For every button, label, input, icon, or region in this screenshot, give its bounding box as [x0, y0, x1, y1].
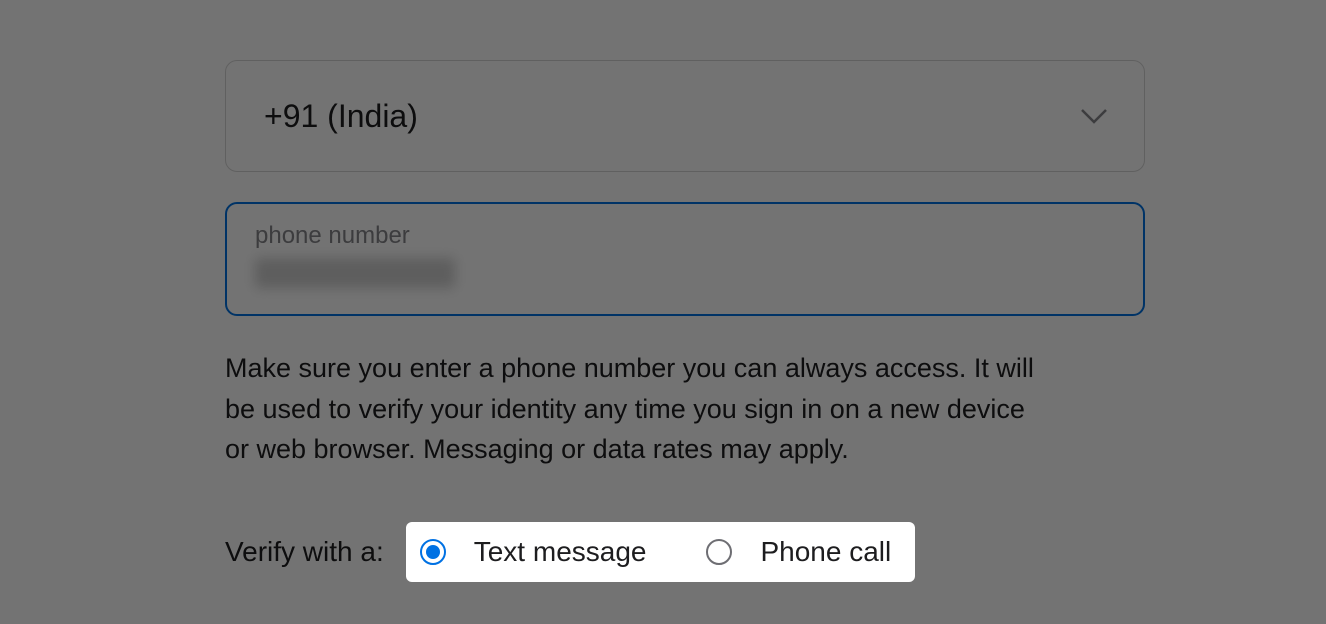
verify-row: Verify with a: Text message Phone call [225, 522, 1145, 582]
radio-phone-call[interactable]: Phone call [706, 536, 891, 568]
chevron-down-icon [1080, 108, 1108, 124]
radio-text-message[interactable]: Text message [420, 536, 647, 568]
radio-unselected-icon [706, 539, 732, 565]
country-code-value: +91 (India) [264, 98, 418, 135]
radio-phone-call-label: Phone call [760, 536, 891, 568]
phone-number-input[interactable]: phone number [225, 202, 1145, 316]
helper-text: Make sure you enter a phone number you c… [225, 348, 1055, 470]
radio-text-message-label: Text message [474, 536, 647, 568]
phone-number-value-redacted [255, 258, 455, 288]
radio-selected-icon [420, 539, 446, 565]
phone-number-label: phone number [255, 222, 1115, 250]
country-code-select[interactable]: +91 (India) [225, 60, 1145, 172]
verify-with-label: Verify with a: [225, 536, 384, 568]
verify-radio-group: Text message Phone call [406, 522, 916, 582]
